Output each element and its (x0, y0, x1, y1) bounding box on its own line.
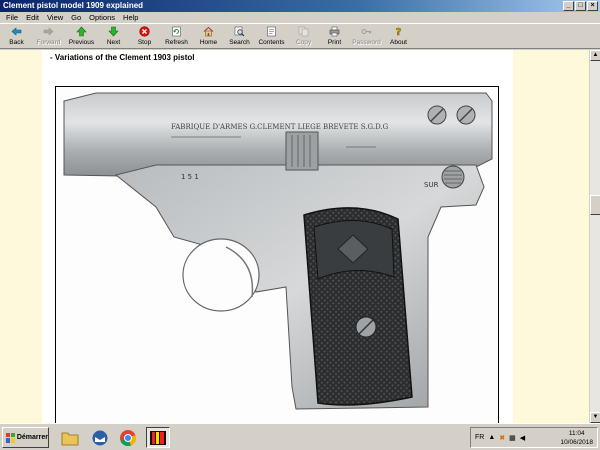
title-bar: Clement pistol model 1909 explained _ □ … (0, 0, 600, 12)
toolbar: Back Forward Previous Next Stop Refresh (0, 23, 600, 49)
contents-icon (266, 26, 277, 37)
menu-options[interactable]: Options (85, 12, 119, 23)
close-button[interactable]: × (587, 1, 598, 11)
taskbar-help-viewer-app[interactable] (146, 427, 170, 448)
system-tray: FR ▲ ✖ ▦ ◀ 11:04 10/06/2018 (470, 427, 598, 448)
tray-arrow-icon[interactable]: ▲ (488, 434, 495, 441)
sur-marking: SUR (424, 181, 439, 189)
scroll-down-button[interactable]: ▼ (590, 412, 600, 423)
tray-app-icon[interactable]: ✖ (499, 434, 505, 442)
forward-arrow-icon (43, 26, 54, 37)
back-arrow-icon (11, 26, 22, 37)
forward-button[interactable]: Forward (32, 24, 65, 49)
windows-logo-icon (6, 432, 15, 443)
start-button[interactable]: Démarrer (2, 427, 49, 448)
about-button[interactable]: ? About (383, 24, 414, 49)
thunderbird-icon (92, 430, 108, 445)
vertical-scrollbar[interactable]: ▲ ▼ (589, 50, 600, 423)
content-area: - Variations of the Clement 1903 pistol (0, 50, 589, 423)
window-controls: _ □ × (563, 1, 598, 11)
menu-view[interactable]: View (43, 12, 67, 23)
folder-icon (61, 432, 79, 445)
password-button[interactable]: Password (350, 24, 383, 49)
menu-go[interactable]: Go (67, 12, 85, 23)
serial-number: 1 5 1 (181, 173, 199, 181)
chrome-icon (120, 429, 137, 446)
menu-help[interactable]: Help (119, 12, 142, 23)
print-button[interactable]: Print (319, 24, 350, 49)
copy-button[interactable]: Copy (288, 24, 319, 49)
language-indicator[interactable]: FR (475, 434, 484, 441)
taskbar-thunderbird-app[interactable] (88, 427, 112, 448)
help-book-icon (150, 430, 166, 445)
clock-time: 11:04 (568, 430, 585, 437)
next-button[interactable]: Next (98, 24, 129, 49)
clock[interactable]: 11:04 10/06/2018 (560, 429, 593, 447)
menu-edit[interactable]: Edit (22, 12, 43, 23)
document-page: - Variations of the Clement 1903 pistol (42, 50, 513, 423)
menu-bar: File Edit View Go Options Help (0, 12, 600, 23)
question-mark-icon: ? (393, 26, 404, 37)
minimize-button[interactable]: _ (563, 1, 574, 11)
scroll-thumb[interactable] (590, 195, 600, 215)
refresh-icon (171, 26, 182, 37)
pistol-illustration: FABRIQUE D'ARMES G.CLEMENT LIEGE BREVETE… (63, 92, 493, 410)
contents-button[interactable]: Contents (255, 24, 288, 49)
menu-file[interactable]: File (2, 12, 22, 23)
search-button[interactable]: Search (224, 24, 255, 49)
up-arrow-icon (76, 26, 87, 37)
taskbar-chrome-app[interactable] (116, 427, 140, 448)
copy-icon (298, 26, 309, 37)
back-button[interactable]: Back (1, 24, 32, 49)
svg-text:?: ? (396, 27, 402, 37)
volume-icon[interactable]: ◀ (520, 434, 525, 442)
home-icon (203, 26, 214, 37)
search-icon (234, 26, 245, 37)
printer-icon (329, 26, 340, 37)
pistol-photo: FABRIQUE D'ARMES G.CLEMENT LIEGE BREVETE… (55, 86, 499, 423)
previous-button[interactable]: Previous (65, 24, 98, 49)
refresh-button[interactable]: Refresh (160, 24, 193, 49)
page-heading: - Variations of the Clement 1903 pistol (50, 53, 195, 62)
taskbar-folder-app[interactable] (58, 427, 82, 448)
key-icon (361, 26, 372, 37)
clock-date: 10/06/2018 (560, 439, 593, 446)
stop-button[interactable]: Stop (129, 24, 160, 49)
taskbar: Démarrer FR ▲ ✖ ▦ ◀ 11:04 10/06/2018 (0, 423, 600, 450)
window-title: Clement pistol model 1909 explained (3, 1, 144, 10)
home-button[interactable]: Home (193, 24, 224, 49)
scroll-up-button[interactable]: ▲ (590, 50, 600, 61)
stop-icon (139, 26, 150, 37)
engraving-text: FABRIQUE D'ARMES G.CLEMENT LIEGE BREVETE… (171, 123, 389, 131)
maximize-button[interactable]: □ (575, 1, 586, 11)
down-arrow-icon (108, 26, 119, 37)
network-icon[interactable]: ▦ (509, 434, 516, 442)
